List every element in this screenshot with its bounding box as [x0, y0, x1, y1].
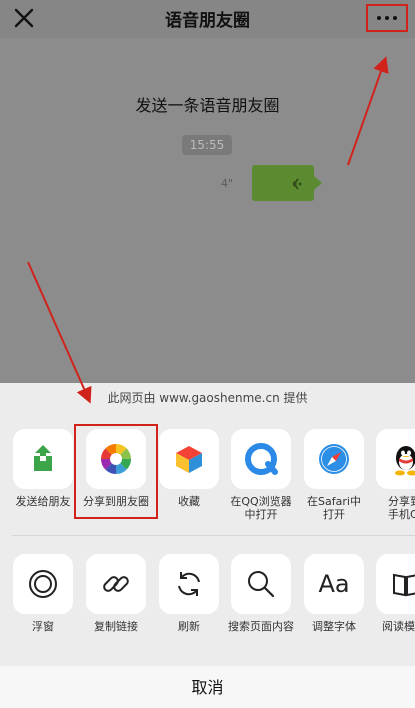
float-window-icon	[29, 570, 57, 598]
item-label: 在Safari中	[307, 495, 361, 508]
item-label-line2: 手机QQ	[388, 508, 415, 521]
adjust-font-button[interactable]: Aa 调整字体	[300, 554, 368, 633]
qq-browser-icon	[245, 443, 278, 475]
search-page-button[interactable]: 搜索页面内容	[227, 554, 295, 633]
cancel-button[interactable]: 取消	[0, 666, 415, 708]
voice-message-bubble[interactable]	[252, 165, 322, 201]
voice-wave-icon	[292, 178, 302, 190]
item-label: 搜索页面内容	[228, 620, 294, 633]
timestamp-badge: 15:55	[182, 135, 232, 155]
share-to-qq-button[interactable]: 分享到 手机QQ	[372, 429, 415, 521]
voice-post-area: 发送一条语音朋友圈 15:55 4"	[0, 38, 415, 383]
voice-duration: 4"	[221, 177, 234, 190]
item-label: 刷新	[178, 620, 200, 633]
copy-link-button[interactable]: 复制链接	[82, 554, 150, 633]
page-source-text: 此网页由 www.gaoshenme.cn 提供	[107, 391, 308, 405]
highlight-box	[74, 424, 158, 519]
item-label: 调整字体	[312, 620, 356, 633]
item-label: 收藏	[178, 495, 200, 508]
item-label: 发送给朋友	[15, 495, 71, 508]
favorite-button[interactable]: 收藏	[155, 429, 223, 508]
qq-penguin-icon	[395, 446, 415, 476]
share-up-icon	[34, 445, 52, 471]
row-divider	[12, 535, 415, 536]
font-icon: Aa	[318, 570, 350, 598]
post-title: 发送一条语音朋友圈	[135, 96, 280, 115]
item-label: 在QQ浏览器	[230, 495, 292, 508]
search-icon	[248, 571, 275, 598]
book-icon	[393, 573, 415, 597]
item-label: 分享到	[388, 495, 415, 508]
float-window-button[interactable]: 浮窗	[9, 554, 77, 633]
navbar: 语音朋友圈	[0, 0, 415, 38]
send-to-friend-button[interactable]: 发送给朋友	[9, 429, 77, 508]
more-dots-icon	[377, 16, 381, 20]
open-in-safari-button[interactable]: 在Safari中 打开	[300, 429, 368, 521]
page-title: 语音朋友圈	[165, 11, 250, 31]
safari-icon	[319, 444, 349, 474]
link-icon	[103, 576, 129, 592]
favorite-cube-icon	[176, 446, 202, 473]
item-label: 浮窗	[32, 620, 54, 633]
more-dot	[393, 16, 397, 20]
screen: 语音朋友圈 发送一条语音朋友圈 15:55 4" 此网页由 www.gaoshe…	[0, 0, 415, 708]
open-in-qq-browser-button[interactable]: 在QQ浏览器 中打开	[227, 429, 295, 521]
item-label: 阅读模式	[382, 620, 415, 633]
refresh-icon	[178, 572, 200, 596]
item-label: 复制链接	[94, 620, 138, 633]
item-label-line2: 打开	[323, 508, 345, 521]
refresh-button[interactable]: 刷新	[155, 554, 223, 633]
share-sheet: 此网页由 www.gaoshenme.cn 提供 发送给朋友 分享到朋友圈 收藏…	[0, 383, 415, 708]
more-dot	[385, 16, 389, 20]
reading-mode-button[interactable]: 阅读模式	[372, 554, 415, 633]
item-label-line2: 中打开	[244, 508, 278, 521]
more-button[interactable]	[366, 4, 408, 32]
